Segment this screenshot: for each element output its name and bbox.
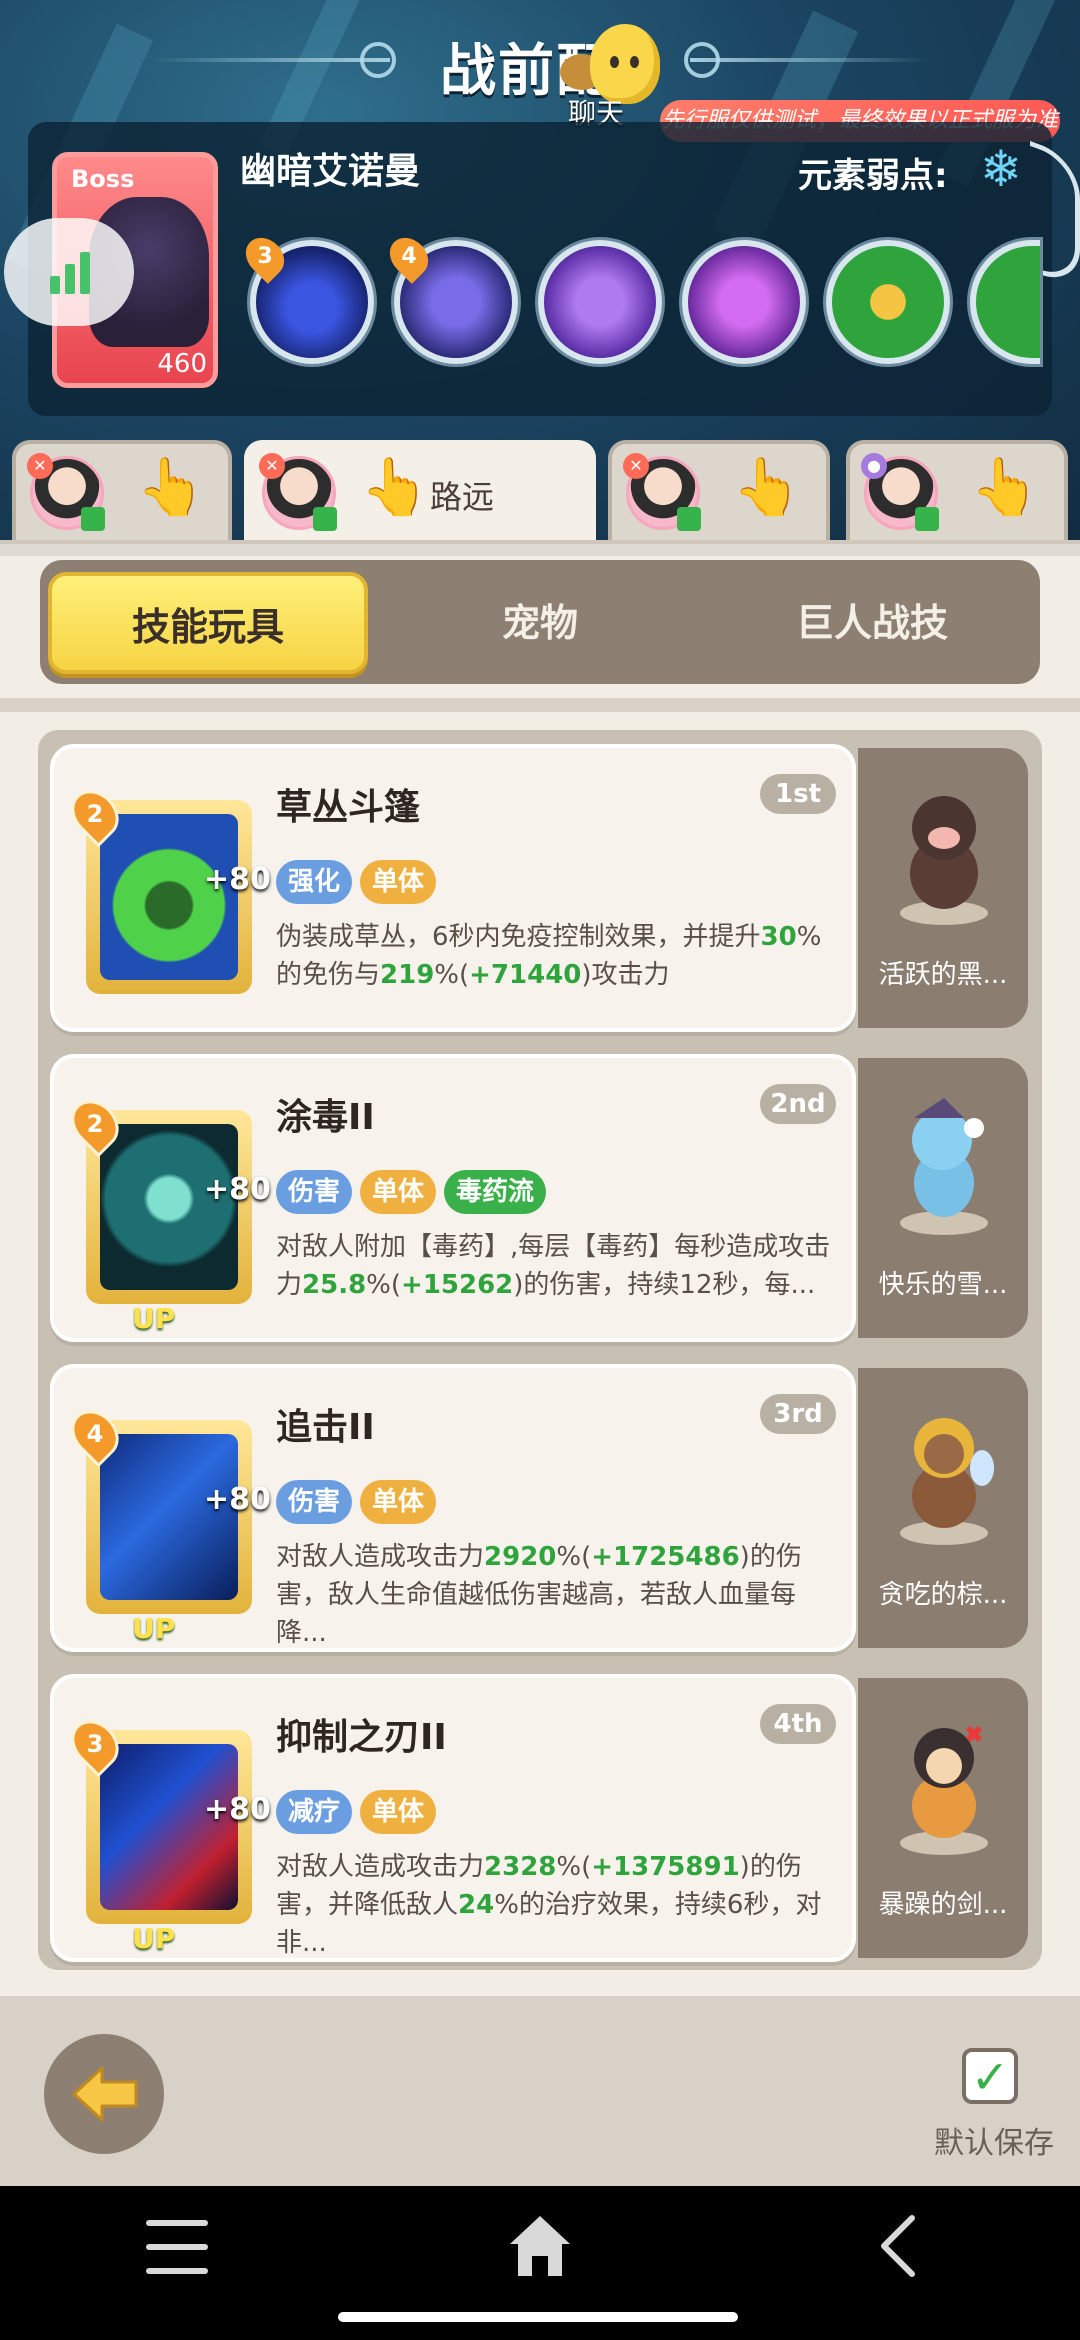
skill-tags: 伤害 单体 毒药流 [276,1170,547,1214]
panel-top-edge [0,540,1080,556]
hand-pointer-icon: 👆 [732,455,802,520]
element-weakness-label: 元素弱点: [798,156,948,196]
skill-tag: 伤害 [276,1480,353,1524]
poison-drop-icon [100,1124,238,1290]
title-ornament-left [150,42,396,78]
skill-plus: +80 [204,862,271,897]
upgrade-indicator: UP [132,1302,176,1335]
skill-plus: +80 [204,1172,271,1207]
boss-name: 幽暗艾诺曼 [240,151,421,192]
skill-rank: 4th [760,1704,836,1744]
skill-plus: +80 [204,1482,271,1517]
home-icon[interactable] [508,2212,572,2280]
skill-tag: 单体 [360,1480,437,1524]
pet-slot[interactable]: 贪吃的棕... [858,1368,1028,1648]
character-tab-label: 路远 [430,478,495,516]
tab-pets[interactable]: 宠物 [380,572,700,674]
skill-rank: 2nd [760,1084,836,1124]
skill-rank: 1st [760,774,836,814]
character-avatar: ● [861,453,939,531]
default-save-label: 默认保存 [934,2126,1054,2161]
pet-name: 暴躁的剑... [878,1890,1008,1920]
menu-icon[interactable] [146,2220,208,2274]
default-save-checkbox[interactable]: ✓ [962,2048,1018,2104]
skill-tag: 毒药流 [444,1170,547,1214]
nav-back-icon[interactable] [878,2214,918,2278]
skill-tags: 伤害 单体 [276,1480,437,1524]
boss-level: 460 [157,349,207,379]
signal-bars-icon [50,252,90,294]
character-tab-4[interactable]: ● 👆 [846,440,1068,540]
character-avatar: ✕ [27,453,105,531]
tab-giant-skills[interactable]: 巨人战技 [712,572,1032,674]
grumpy-sword-cat-pet-icon [900,1725,988,1855]
boss-badge: Boss [71,165,135,193]
back-button[interactable] [44,2034,164,2154]
pet-name: 贪吃的棕... [878,1580,1008,1610]
skill-description: 对敌人造成攻击力2920%(+1725486)的伤害，敌人生命值越低伤害越高，若… [276,1542,802,1648]
suppression-blade-icon [100,1744,238,1910]
upgrade-indicator: UP [132,1612,176,1645]
skill-tag: 减疗 [276,1790,353,1834]
brown-bear-bee-pet-icon [900,1418,994,1545]
pet-name: 快乐的雪... [878,1270,1008,1300]
skill-tag: 单体 [360,1170,437,1214]
skill-description: 对敌人附加【毒药】,每层【毒药】每秒造成攻击力25.8%(+15262)的伤害，… [276,1232,831,1300]
skill-description: 伪装成草丛，6秒内免疫控制效果，并提升30%的免伤与219%(+71440)攻击… [276,922,822,990]
skill-card[interactable]: +80 2 草丛斗篷 1st 强化 单体 伪装成草丛，6秒内免疫控制效果，并提升… [50,744,856,1032]
skill-card[interactable]: +80 UP 4 追击II 3rd 伤害 单体 对敌人造成攻击力2920%(+1… [50,1364,856,1652]
skill-name: 草丛斗篷 [276,787,421,828]
snowflake-icon: ❄ [980,140,1022,198]
black-pig-pet-icon [900,796,988,925]
character-avatar: ✕ [623,453,701,531]
hand-pointer-icon: 👆 [970,455,1040,520]
tab-skill-toys[interactable]: 技能玩具 [48,572,368,674]
skill-name: 抑制之刃II [276,1717,447,1758]
skill-tags: 减疗 单体 [276,1790,437,1834]
skill-tag: 伤害 [276,1170,353,1214]
divider [0,698,1080,712]
title-ornament-right [684,42,930,78]
hand-pointer-icon: 👆 [136,455,206,520]
pet-slot[interactable]: 暴躁的剑... [858,1678,1028,1958]
hourglass-orb-icon[interactable] [826,240,950,364]
skill-tag: 强化 [276,860,353,904]
back-arrow-icon [72,2066,138,2122]
grass-cloak-icon [100,814,238,980]
character-avatar: ✕ [259,453,337,531]
pursuit-strike-icon [100,1434,238,1600]
skill-name: 追击II [276,1407,375,1448]
pet-name: 活跃的黑... [878,960,1008,990]
home-indicator[interactable] [338,2312,738,2322]
character-tab-2[interactable]: ✕ 👆 路远 [244,440,596,540]
character-tab-3[interactable]: ✕ 👆 [608,440,830,540]
skill-tag: 单体 [360,860,437,904]
skill-card[interactable]: +80 UP 3 抑制之刃II 4th 减疗 单体 对敌人造成攻击力2328%(… [50,1674,856,1962]
network-signal-button[interactable] [4,218,134,326]
skill-name: 涂毒II [276,1097,375,1138]
character-tab-1[interactable]: ✕ 👆 [12,440,232,540]
purple-drop-orb-icon[interactable] [538,240,662,364]
snow-creature-pet-icon [900,1098,988,1235]
pet-slot[interactable]: 活跃的黑... [858,748,1028,1028]
skill-tags: 强化 单体 [276,860,437,904]
skill-plus: +80 [204,1792,271,1827]
purple-slime-orb-icon[interactable] [682,240,806,364]
skill-rank: 3rd [760,1394,836,1434]
skill-description: 对敌人造成攻击力2328%(+1375891)的伤害，并降低敌人24%的治疗效果… [276,1852,822,1958]
skill-card[interactable]: +80 UP 2 涂毒II 2nd 伤害 单体 毒药流 对敌人附加【毒药】,每层… [50,1054,856,1342]
pet-slot[interactable]: 快乐的雪... [858,1058,1028,1338]
skill-tag: 单体 [360,1790,437,1834]
upgrade-indicator: UP [132,1922,176,1955]
hand-pointer-icon: 👆 [360,455,430,520]
